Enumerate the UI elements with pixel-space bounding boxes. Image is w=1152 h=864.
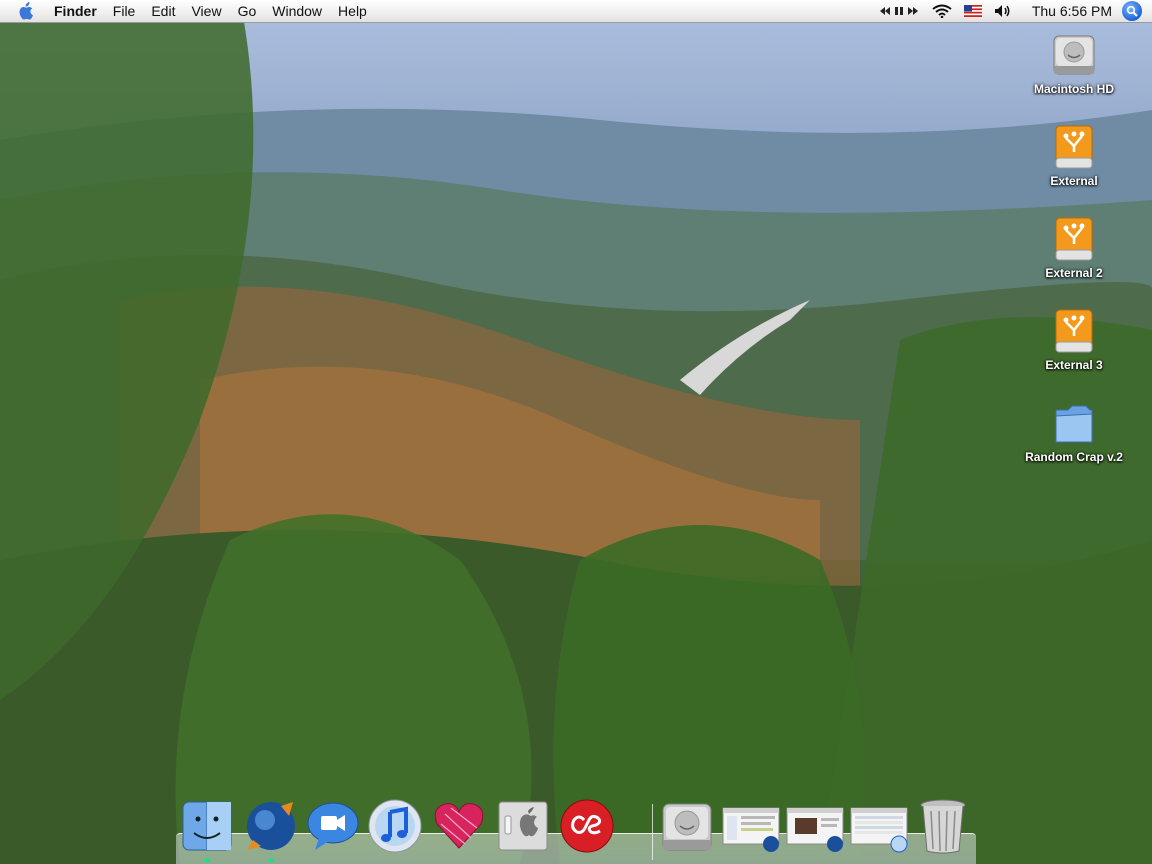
wifi-icon[interactable] bbox=[932, 4, 952, 18]
desktop-icon-macintosh-hd[interactable]: Macintosh HD bbox=[1019, 32, 1129, 96]
dock-separator bbox=[652, 804, 653, 860]
us-flag-icon[interactable] bbox=[963, 5, 982, 17]
dock-trash[interactable] bbox=[914, 798, 972, 858]
desktop-icon-external-2[interactable]: External 2 bbox=[1019, 216, 1129, 280]
running-indicator bbox=[267, 857, 275, 862]
menu-clock[interactable]: Thu 6:56 PM bbox=[1032, 3, 1112, 19]
hard-drive-icon bbox=[659, 798, 715, 859]
dock-heart-app[interactable] bbox=[430, 798, 488, 858]
ichat-icon bbox=[305, 798, 361, 859]
dock-ichat[interactable] bbox=[304, 798, 362, 858]
volume-icon[interactable] bbox=[994, 4, 1012, 18]
desktop-icon-label: External bbox=[1050, 174, 1098, 188]
menu-window[interactable]: Window bbox=[264, 0, 330, 22]
desktop-icon-external[interactable]: External bbox=[1019, 124, 1129, 188]
desktop-icon-external-3[interactable]: External 3 bbox=[1019, 308, 1129, 372]
dock-minimized-window-2[interactable] bbox=[786, 798, 844, 858]
finder-icon bbox=[180, 799, 234, 858]
dock bbox=[176, 796, 976, 864]
dock-hard-drive[interactable] bbox=[658, 798, 716, 858]
dock-itunes[interactable] bbox=[366, 798, 424, 858]
dock-camino[interactable] bbox=[242, 798, 300, 862]
window-thumbnail-icon bbox=[785, 798, 845, 859]
window-thumbnail-icon bbox=[849, 798, 909, 859]
menu-view[interactable]: View bbox=[183, 0, 229, 22]
desktop-icon-label: Random Crap v.2 bbox=[1025, 450, 1123, 464]
firewire-drive-icon bbox=[1050, 124, 1098, 172]
system-preferences-icon bbox=[495, 798, 551, 859]
menu-bar: Finder File Edit View Go Window Help Thu… bbox=[0, 0, 1152, 23]
desktop-icon-label: Macintosh HD bbox=[1033, 82, 1114, 96]
desktop-icon-label: External 2 bbox=[1045, 266, 1103, 280]
camino-icon bbox=[243, 798, 299, 859]
desktop-icon-random-crap[interactable]: Random Crap v.2 bbox=[1019, 400, 1129, 464]
trash-icon bbox=[917, 797, 969, 860]
itunes-icon bbox=[366, 797, 424, 860]
window-thumbnail-icon bbox=[721, 798, 781, 859]
firewire-drive-icon bbox=[1050, 308, 1098, 356]
menu-help[interactable]: Help bbox=[330, 0, 375, 22]
apple-menu-icon[interactable] bbox=[14, 0, 36, 22]
desktop-wallpaper bbox=[0, 0, 1152, 864]
menu-file[interactable]: File bbox=[105, 0, 144, 22]
menu-edit[interactable]: Edit bbox=[143, 0, 183, 22]
dock-lastfm[interactable] bbox=[558, 798, 616, 858]
dock-minimized-window-1[interactable] bbox=[722, 798, 780, 858]
desktop-icon-label: External 3 bbox=[1045, 358, 1103, 372]
dock-minimized-window-3[interactable] bbox=[850, 798, 908, 858]
dock-finder[interactable] bbox=[178, 798, 236, 862]
media-controls-icon[interactable] bbox=[878, 5, 920, 17]
spotlight-icon[interactable] bbox=[1122, 1, 1142, 21]
heart-app-icon bbox=[431, 798, 487, 859]
running-indicator bbox=[203, 857, 211, 862]
hard-drive-icon bbox=[1050, 32, 1098, 80]
firewire-drive-icon bbox=[1050, 216, 1098, 264]
lastfm-icon bbox=[559, 798, 615, 859]
folder-icon bbox=[1050, 400, 1098, 448]
menu-app-finder[interactable]: Finder bbox=[44, 0, 105, 22]
menu-go[interactable]: Go bbox=[230, 0, 265, 22]
dock-system-preferences[interactable] bbox=[494, 798, 552, 858]
